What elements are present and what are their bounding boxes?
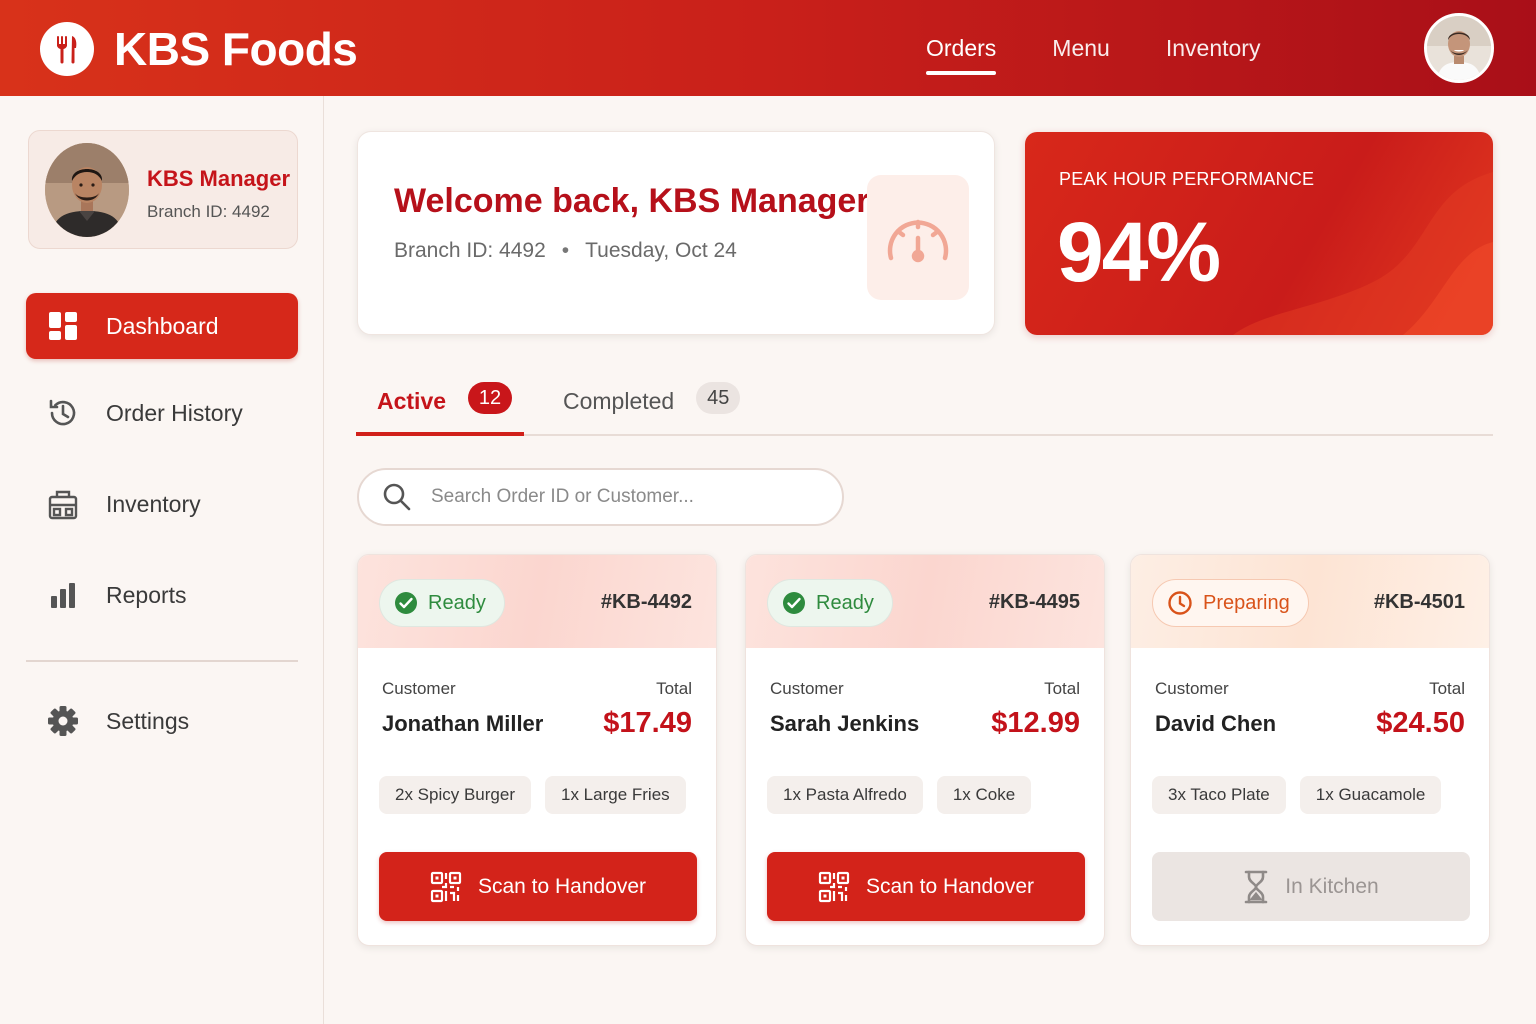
sidebar-item-label: Inventory — [106, 490, 201, 517]
welcome-meta: Branch ID: 4492 • Tuesday, Oct 24 — [394, 239, 737, 263]
top-bar: KBS Foods Orders Menu Inventory — [0, 0, 1536, 96]
check-circle-icon — [395, 592, 417, 614]
peak-label: PEAK HOUR PERFORMANCE — [1059, 169, 1315, 189]
sidebar-item-label: Order History — [106, 399, 243, 426]
meta-separator: • — [561, 239, 570, 262]
order-card[interactable]: Preparing #KB-4501 Customer Total David … — [1130, 554, 1490, 946]
sidebar-item-reports[interactable]: Reports — [26, 562, 298, 628]
clock-icon — [1168, 591, 1192, 615]
item-chip: 1x Large Fries — [545, 776, 686, 814]
welcome-branch-id: Branch ID: 4492 — [394, 239, 546, 262]
count-badge: 45 — [696, 382, 741, 414]
top-nav-orders[interactable]: Orders — [926, 0, 997, 96]
tab-active[interactable]: Active 12 — [377, 382, 513, 436]
top-nav: Orders Menu Inventory — [926, 0, 1316, 96]
order-id: #KB-4492 — [600, 591, 692, 613]
sidebar-item-label: Settings — [106, 707, 190, 734]
top-nav-inventory[interactable]: Inventory — [1166, 0, 1261, 96]
customer-label: Customer — [382, 679, 456, 698]
tab-label: Active — [377, 388, 447, 414]
count-badge: 12 — [468, 382, 513, 414]
speedometer-icon — [867, 175, 969, 300]
item-chip: 2x Spicy Burger — [379, 776, 531, 814]
peak-performance-card: PEAK HOUR PERFORMANCE 94% — [1025, 132, 1493, 335]
sidebar-item-inventory[interactable]: Inventory — [26, 471, 298, 537]
status-badge: Ready — [379, 579, 505, 627]
active-tab-indicator — [356, 432, 524, 436]
total-label: Total — [1044, 679, 1080, 698]
customer-label: Customer — [770, 679, 844, 698]
welcome-card: Welcome back, KBS Manager Branch ID: 449… — [357, 131, 995, 335]
sidebar-item-dashboard[interactable]: Dashboard — [26, 293, 298, 359]
order-id: #KB-4501 — [1373, 591, 1465, 613]
sidebar-item-label: Reports — [106, 581, 187, 608]
order-items: 3x Taco Plate 1x Guacamole — [1152, 776, 1455, 814]
item-chip: 1x Pasta Alfredo — [767, 776, 923, 814]
welcome-date: Tuesday, Oct 24 — [585, 239, 737, 262]
brand[interactable]: KBS Foods — [40, 22, 358, 76]
search-icon — [381, 481, 413, 513]
check-circle-icon — [783, 592, 805, 614]
item-chip: 1x Guacamole — [1299, 776, 1442, 814]
profile-name: KBS Manager — [147, 166, 291, 191]
order-items: 2x Spicy Burger 1x Large Fries — [379, 776, 700, 814]
bar-chart-icon — [46, 578, 80, 612]
qr-code-icon — [430, 871, 462, 902]
sidebar-item-settings[interactable]: Settings — [26, 688, 298, 754]
status-text: Ready — [816, 591, 874, 614]
customer-name: Sarah Jenkins — [770, 711, 920, 736]
profile-branch-id: Branch ID: 4492 — [147, 202, 270, 221]
order-total: $24.50 — [1376, 707, 1465, 739]
search-input[interactable] — [431, 486, 821, 508]
scan-to-handover-button[interactable]: Scan to Handover — [767, 852, 1085, 921]
tab-completed[interactable]: Completed 45 — [563, 382, 741, 436]
peak-value: 94% — [1057, 205, 1221, 299]
button-label: Scan to Handover — [477, 874, 647, 898]
order-total: $12.99 — [991, 707, 1080, 739]
search-bar — [357, 468, 844, 526]
button-label: Scan to Handover — [865, 874, 1035, 898]
welcome-title: Welcome back, KBS Manager — [394, 182, 870, 220]
sidebar: KBS Manager Branch ID: 4492 Dashboard Or… — [0, 96, 324, 1024]
history-icon — [46, 396, 80, 430]
grid-icon — [46, 309, 80, 343]
qr-code-icon — [818, 871, 850, 902]
hourglass-icon — [1244, 870, 1268, 903]
item-chip: 1x Coke — [936, 776, 1032, 814]
top-nav-menu[interactable]: Menu — [1052, 0, 1110, 96]
status-text: Ready — [428, 591, 486, 614]
sidebar-divider — [26, 660, 298, 662]
customer-label: Customer — [1155, 679, 1229, 698]
customer-name: David Chen — [1155, 711, 1277, 736]
order-total: $17.49 — [603, 707, 692, 739]
order-card[interactable]: Ready #KB-4492 Customer Total Jonathan M… — [357, 554, 717, 946]
fork-knife-logo-icon — [40, 22, 94, 76]
order-items: 1x Pasta Alfredo 1x Coke — [767, 776, 1045, 814]
decorative-wave — [1233, 172, 1493, 335]
total-label: Total — [656, 679, 692, 698]
tab-label: Completed — [563, 388, 675, 414]
status-text: Preparing — [1203, 591, 1290, 614]
in-kitchen-button[interactable]: In Kitchen — [1152, 852, 1470, 921]
total-label: Total — [1429, 679, 1465, 698]
order-card[interactable]: Ready #KB-4495 Customer Total Sarah Jenk… — [745, 554, 1105, 946]
gear-icon — [46, 704, 80, 738]
status-badge: Ready — [767, 579, 893, 627]
brand-name: KBS Foods — [114, 23, 358, 75]
status-badge: Preparing — [1152, 579, 1309, 627]
sidebar-item-order-history[interactable]: Order History — [26, 380, 298, 446]
order-tabs: Active 12 Completed 45 — [356, 370, 1493, 436]
order-id: #KB-4495 — [988, 591, 1080, 613]
profile-card[interactable]: KBS Manager Branch ID: 4492 — [28, 130, 298, 249]
customer-name: Jonathan Miller — [382, 711, 544, 736]
profile-avatar — [45, 143, 129, 237]
sidebar-item-label: Dashboard — [106, 312, 219, 339]
item-chip: 3x Taco Plate — [1152, 776, 1286, 814]
button-label: In Kitchen — [1285, 874, 1379, 898]
user-avatar[interactable] — [1424, 13, 1494, 83]
inventory-icon — [46, 487, 80, 521]
scan-to-handover-button[interactable]: Scan to Handover — [379, 852, 697, 921]
